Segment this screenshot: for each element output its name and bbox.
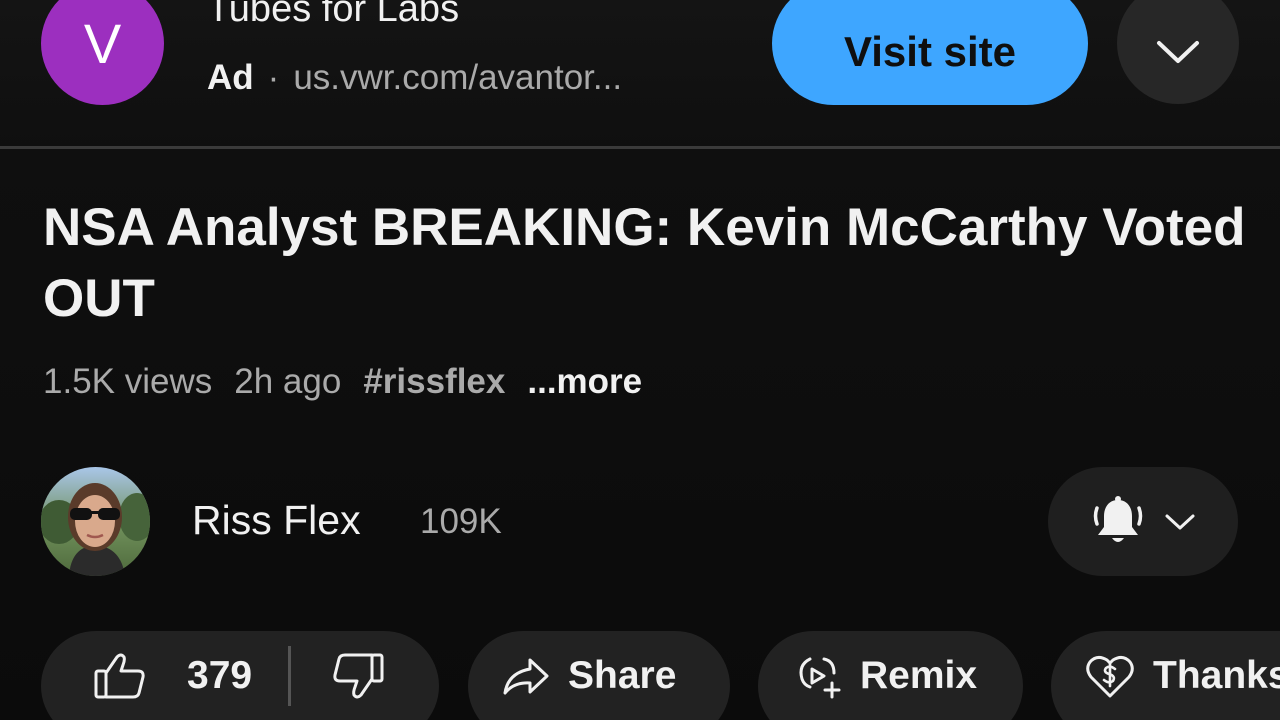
ad-expand-button[interactable] (1117, 0, 1239, 104)
remix-button[interactable]: Remix (758, 631, 1023, 720)
remix-icon (794, 653, 842, 699)
visit-site-button[interactable]: Visit site (772, 0, 1088, 105)
subscriber-count: 109K (420, 502, 502, 541)
chevron-down-icon (1156, 39, 1200, 65)
bell-icon (1090, 494, 1146, 550)
video-title[interactable]: NSA Analyst BREAKING: Kevin McCarthy Vot… (43, 192, 1253, 334)
view-count: 1.5K views (43, 362, 213, 401)
notification-settings-button[interactable] (1048, 467, 1238, 576)
share-arrow-icon (502, 656, 550, 696)
like-count[interactable]: 379 (187, 654, 252, 698)
thanks-label: Thanks (1153, 654, 1280, 697)
upload-age: 2h ago (234, 362, 342, 401)
ad-title[interactable]: Tubes for Labs (207, 0, 459, 31)
thanks-button[interactable]: Thanks (1051, 631, 1280, 720)
channel-avatar[interactable] (41, 467, 150, 576)
ad-meta: Ad · us.vwr.com/avantor... (207, 58, 622, 98)
thumbs-up-icon[interactable] (93, 651, 147, 701)
advertiser-avatar-letter: V (83, 12, 122, 75)
remix-label: Remix (860, 654, 978, 697)
more-link[interactable]: ...more (527, 362, 642, 401)
channel-name[interactable]: Riss Flex (192, 497, 361, 544)
ad-badge: Ad (207, 58, 254, 97)
thumbs-down-icon[interactable] (331, 651, 385, 701)
video-watch-page: V Tubes for Labs Ad · us.vwr.com/avantor..… (0, 0, 1280, 720)
heart-dollar-icon (1085, 653, 1135, 699)
divider (0, 146, 1280, 149)
like-dislike-group: 379 (41, 631, 439, 720)
share-label: Share (568, 654, 677, 697)
hashtag-link[interactable]: #rissflex (363, 362, 505, 401)
advertiser-avatar[interactable]: V (41, 0, 164, 105)
ad-separator: · (267, 58, 280, 97)
ad-banner[interactable]: V Tubes for Labs Ad · us.vwr.com/avantor..… (0, 0, 1280, 148)
chevron-down-icon (1164, 512, 1196, 532)
video-meta[interactable]: 1.5K views 2h ago #rissflex ...more (43, 362, 664, 402)
ad-url[interactable]: us.vwr.com/avantor... (293, 58, 622, 97)
share-button[interactable]: Share (468, 631, 730, 720)
like-dislike-separator (288, 646, 292, 706)
